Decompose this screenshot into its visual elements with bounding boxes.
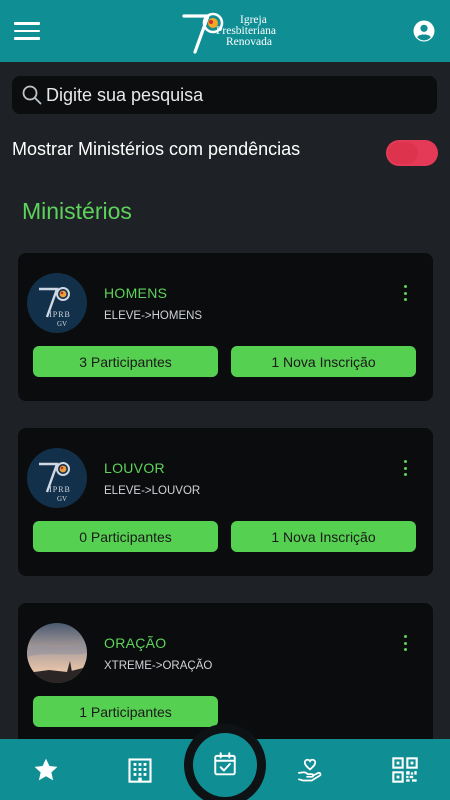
hands-heart-icon[interactable]	[296, 756, 324, 784]
ministry-card[interactable]: IPRB GV LOUVOR ELEVE->LOUVOR 0 Participa…	[18, 428, 433, 576]
svg-text:GV: GV	[57, 320, 67, 328]
qr-code-icon[interactable]	[391, 756, 419, 784]
ministry-name: ORAÇÃO	[104, 635, 167, 651]
new-inscriptions-button[interactable]: 1 Nova Inscrição	[231, 346, 416, 377]
pending-filter-label: Mostrar Ministérios com pendências	[12, 139, 301, 159]
participants-button[interactable]: 3 Participantes	[33, 346, 218, 377]
star-icon[interactable]	[32, 756, 60, 784]
new-inscriptions-button[interactable]: 1 Nova Inscrição	[231, 521, 416, 552]
participants-button[interactable]: 0 Participantes	[33, 521, 218, 552]
pending-filter-toggle[interactable]	[386, 140, 438, 166]
account-circle-icon[interactable]	[413, 20, 435, 42]
svg-text:GV: GV	[57, 495, 67, 503]
ministry-avatar	[27, 623, 87, 683]
calendar-check-icon	[212, 751, 238, 777]
ministry-card[interactable]: IPRB GV HOMENS ELEVE->HOMENS 3 Participa…	[18, 253, 433, 401]
ministry-avatar: IPRB GV	[27, 448, 87, 508]
search-icon	[22, 85, 42, 105]
more-options-icon[interactable]	[400, 635, 412, 653]
toggle-knob	[388, 142, 418, 164]
hamburger-icon[interactable]	[14, 22, 40, 40]
ministry-path: XTREME->ORAÇÃO	[104, 660, 213, 672]
building-icon[interactable]	[126, 756, 154, 784]
calendar-fab[interactable]	[184, 724, 266, 800]
church-logo: Igreja Presbiteriana Renovada	[178, 6, 278, 56]
search-input[interactable]	[46, 76, 426, 114]
more-options-icon[interactable]	[400, 285, 412, 303]
ministry-name: LOUVOR	[104, 460, 165, 476]
ministry-path: ELEVE->HOMENS	[104, 310, 203, 322]
svg-text:IPRB: IPRB	[49, 485, 71, 494]
ministry-path: ELEVE->LOUVOR	[104, 485, 201, 497]
ministry-avatar: IPRB GV	[27, 273, 87, 333]
logo-wordmark: Igreja Presbiteriana Renovada	[216, 14, 277, 48]
top-app-bar: Igreja Presbiteriana Renovada	[0, 0, 450, 62]
ministry-name: HOMENS	[104, 285, 168, 301]
svg-text:IPRB: IPRB	[49, 310, 71, 319]
more-options-icon[interactable]	[400, 460, 412, 478]
participants-button[interactable]: 1 Participantes	[33, 696, 218, 727]
search-bar[interactable]	[12, 76, 437, 114]
section-title: Ministérios	[22, 198, 132, 224]
calendar-fab-inner	[193, 733, 257, 797]
